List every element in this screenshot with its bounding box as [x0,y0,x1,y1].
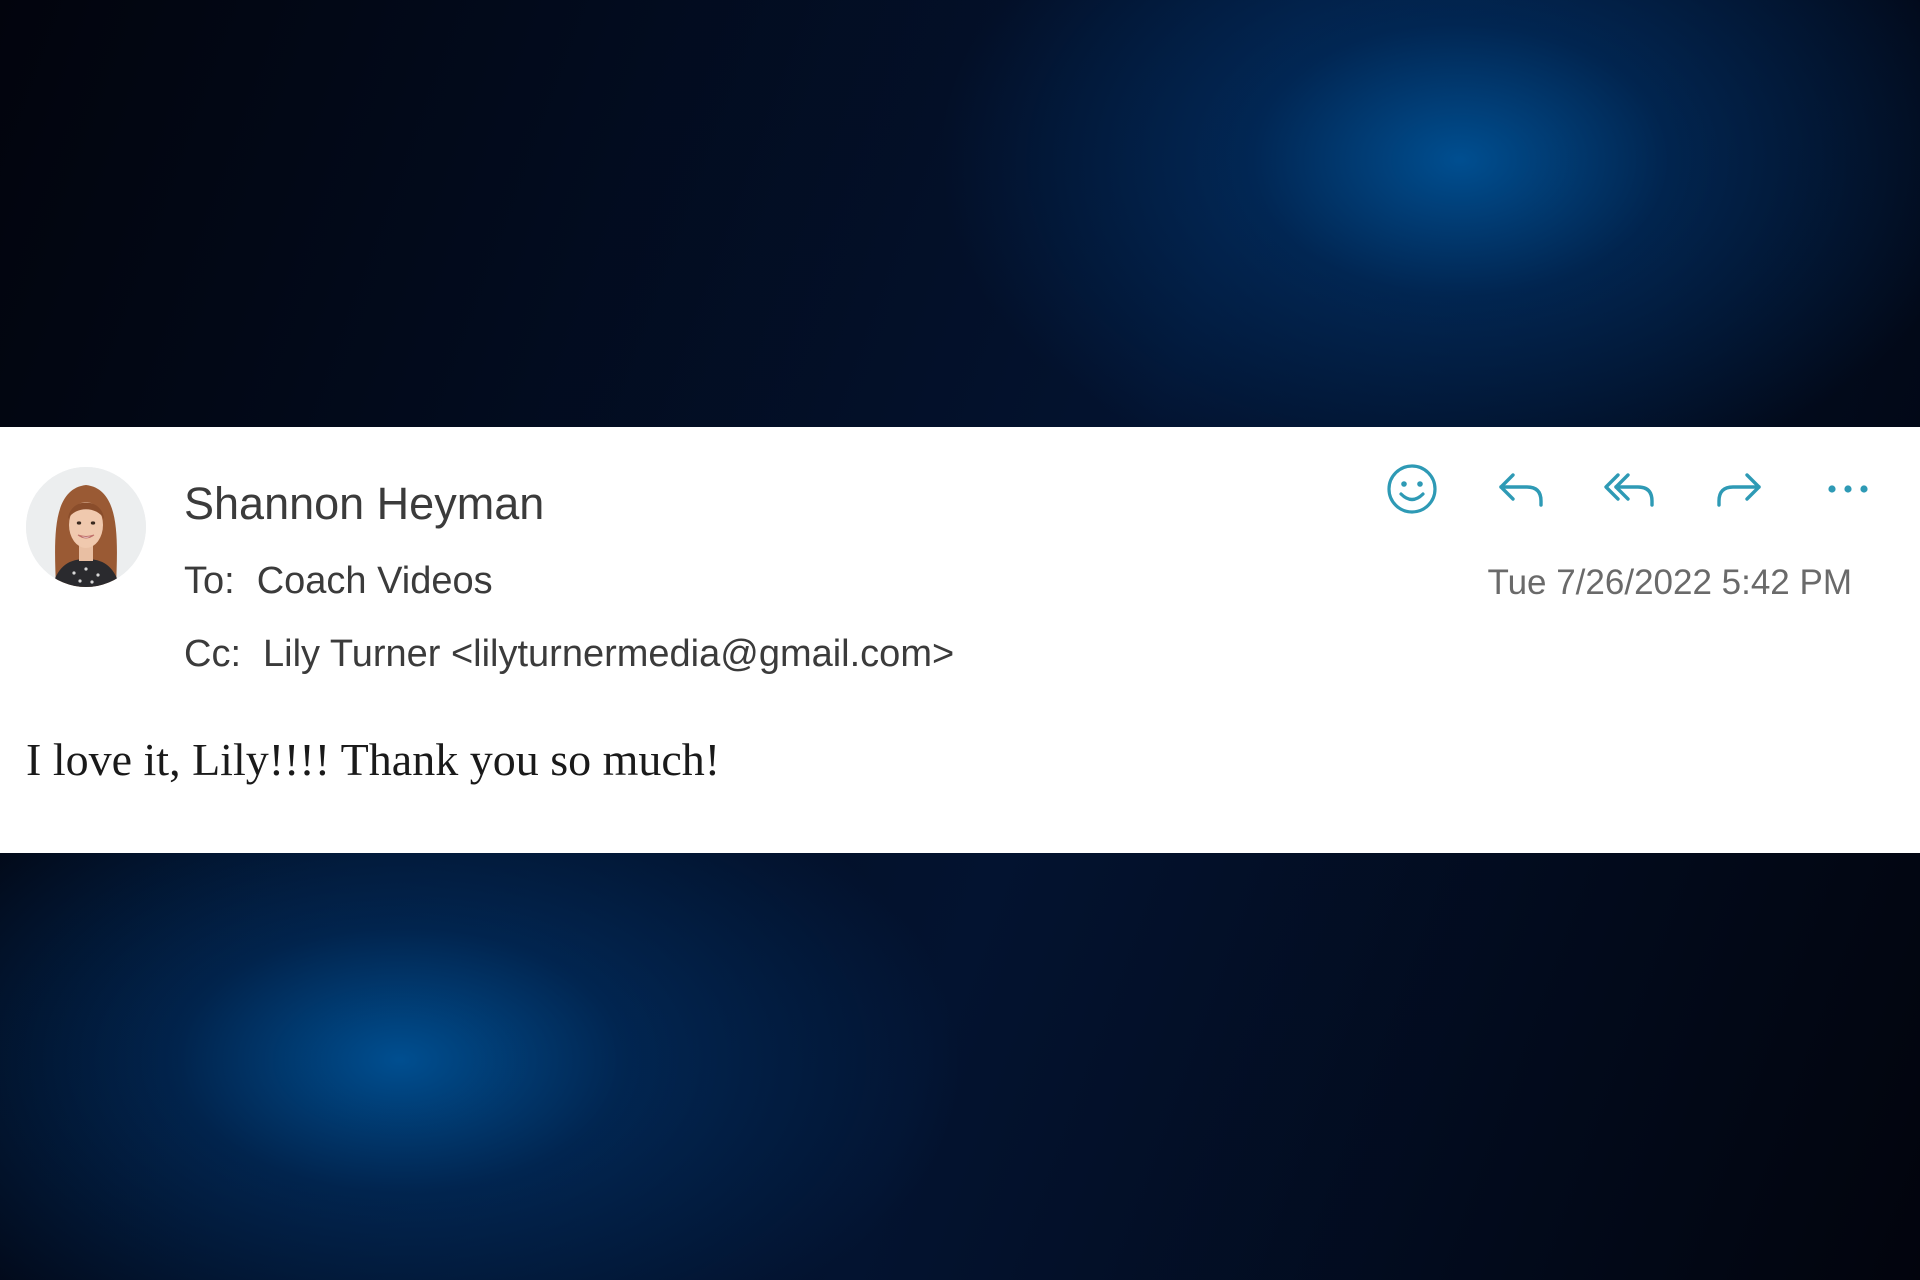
cc-recipient[interactable]: Lily Turner <lilyturnermedia@gmail.com> [263,633,954,675]
more-icon [1828,485,1868,493]
reply-all-button[interactable] [1598,457,1662,521]
to-recipient[interactable]: Coach Videos [257,560,493,602]
message-actions-toolbar [1335,457,1880,521]
message-body: I love it, Lily!!!! Thank you so much! [26,734,721,785]
to-label: To: [184,560,235,602]
to-recipients-line: To: Coach Videos [184,560,493,603]
reply-all-icon [1604,473,1654,507]
cc-recipients-line: Cc: Lily Turner <lilyturnermedia@gmail.co… [184,633,954,676]
forward-button[interactable] [1707,457,1771,521]
sender-avatar-image [26,467,146,587]
react-button[interactable] [1380,457,1444,521]
reply-button[interactable] [1489,457,1553,521]
cc-label: Cc: [184,633,241,675]
email-message-card: Shannon Heyman To: Coach Videos Cc: Lily T… [0,427,1920,853]
forward-icon [1717,473,1761,507]
smiley-icon [1387,464,1437,514]
sent-timestamp: Tue 7/26/2022 5:42 PM [1487,563,1852,602]
reply-icon [1499,473,1543,507]
sender-avatar[interactable] [26,467,146,587]
sender-name: Shannon Heyman [184,478,545,529]
more-actions-button[interactable] [1816,457,1880,521]
